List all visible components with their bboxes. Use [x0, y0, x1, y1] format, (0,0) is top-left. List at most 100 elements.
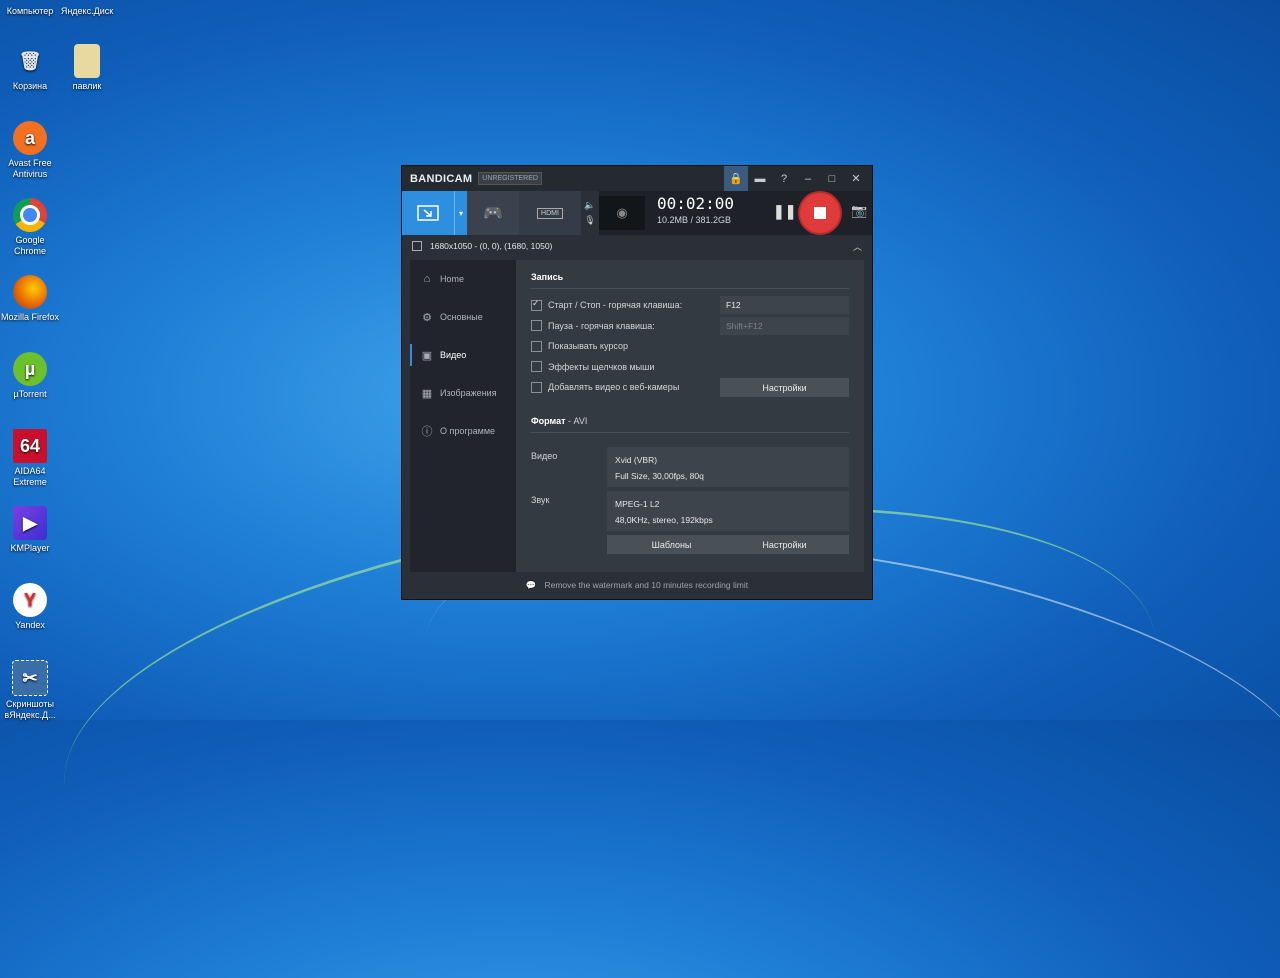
hdmi-mode-button[interactable]: HDMI [519, 191, 581, 235]
audio-codec: MPEG-1 L2 [615, 499, 660, 509]
pause-icon[interactable]: ❚❚ [773, 203, 796, 220]
firefox-icon [13, 275, 47, 309]
chrome-icon [13, 198, 47, 232]
hotkey-pause-checkbox[interactable] [531, 320, 542, 332]
video-format-box[interactable]: Xvid (VBR) Full Size, 30,00fps, 80q [607, 447, 849, 487]
desktop-icon-avast[interactable]: a Avast Free Antivirus [0, 121, 60, 180]
sidebar-item-label: О программе [440, 426, 496, 436]
hotkey-pause-row: Пауза - горячая клавиша: Shift+F12 [531, 316, 849, 337]
video-codec: Xvid (VBR) [615, 455, 658, 465]
webcam-overlay-checkbox[interactable] [531, 381, 542, 393]
folder-icon[interactable]: ▬ [748, 166, 772, 191]
message-icon: 💬 [525, 579, 537, 590]
desktop-icon-aida64[interactable]: 64 AIDA64 Extreme [0, 429, 60, 488]
gear-icon: ⚙ [422, 311, 432, 324]
desktop-icon-recycle-bin[interactable]: 🗑 Корзина [0, 44, 60, 92]
checkbox-label: Старт / Стоп - горячая клавиша: [548, 300, 683, 311]
sidebar-item-images[interactable]: ▦ Изображения [410, 374, 516, 412]
sidebar-item-label: Изображения [440, 388, 497, 398]
sidebar-item-general[interactable]: ⚙ Основные [410, 298, 516, 336]
stop-record-button[interactable] [800, 193, 840, 233]
aida64-icon: 64 [13, 429, 47, 463]
checkbox-label: Эффекты щелчков мыши [548, 361, 655, 372]
mode-dropdown-arrow[interactable]: ▾ [454, 191, 467, 235]
desktop-icon-label: Avast Free Antivirus [8, 158, 52, 179]
desktop-icon-label: Скриншоты вЯндекс.Д... [4, 699, 56, 720]
webcam-icon: ◉ [616, 205, 628, 220]
desktop-icon-label: павлик [72, 81, 102, 91]
utorrent-icon: µ [13, 352, 47, 386]
capture-area-bar[interactable]: 1680x1050 - (0, 0), (1680, 1050) ︿ [402, 235, 872, 257]
pause-hotkey-field[interactable]: Shift+F12 [720, 316, 849, 335]
desktop-icon-label: Yandex [15, 620, 45, 630]
record-timer: 00:02:00 [657, 194, 735, 213]
hotkey-start-checkbox[interactable] [531, 298, 542, 311]
click-effects-checkbox[interactable] [531, 361, 542, 373]
click-effects-row: Эффекты щелчков мыши [531, 357, 849, 378]
area-icon [412, 241, 422, 251]
desktop-icon-utorrent[interactable]: µ µTorrent [0, 352, 60, 400]
lock-icon[interactable]: 🔒 [724, 166, 748, 191]
audio-toggles: 🔈 🎙 [581, 191, 599, 235]
mic-icon[interactable]: 🎙 [584, 215, 595, 226]
sidebar-item-label: Основные [440, 312, 483, 322]
close-icon[interactable]: ✕ [844, 166, 868, 191]
camera-icon[interactable]: 📷 [851, 203, 867, 219]
file-size: 10.2MB / 381.2GB [657, 215, 732, 225]
recycle-bin-icon: 🗑 [18, 50, 42, 71]
desktop-icon-yandex-disk[interactable]: Яндекс.Диск [57, 0, 117, 17]
desktop-icon-label: Mozilla Firefox [0, 312, 59, 322]
desktop-icon-folder[interactable]: павлик [57, 44, 117, 92]
mode-toolbar: ▾ 🎮 HDMI 🔈 🎙 ◉ 00:02:00 10.2MB / 381.2GB… [402, 191, 872, 235]
desktop-icon-label: Google Chrome [13, 235, 46, 256]
format-section-title: Формат - AVI [531, 416, 849, 433]
webcam-button[interactable]: ◉ [599, 196, 645, 230]
speaker-icon[interactable]: 🔈 [584, 200, 595, 211]
webcam-settings-button[interactable]: Настройки [720, 378, 849, 397]
capture-area-text: 1680x1050 - (0, 0), (1680, 1050) [430, 241, 553, 251]
help-icon[interactable]: ? [772, 166, 796, 191]
format-settings-button[interactable]: Настройки [720, 535, 849, 554]
audio-format-box[interactable]: MPEG-1 L2 48,0KHz, stereo, 192kbps [607, 491, 849, 531]
desktop-icon-yandex[interactable]: Y Yandex [0, 583, 60, 631]
screen-mode-button[interactable] [402, 191, 454, 235]
show-cursor-row: Показывать курсор [531, 336, 849, 357]
yandex-icon: Y [13, 583, 47, 617]
home-icon: ⌂ [423, 273, 431, 285]
video-settings-panel: Запись Старт / Стоп - горячая клавиша: F… [516, 260, 864, 572]
app-brand: BANDICAM [410, 172, 473, 185]
desktop-icon-computer[interactable]: Компьютер [0, 0, 60, 17]
templates-button[interactable]: Шаблоны ⌄ [607, 535, 736, 554]
checkbox-label: Пауза - горячая клавиша: [548, 320, 655, 331]
stop-icon [814, 207, 826, 219]
templates-label: Шаблоны [651, 539, 692, 550]
video-format-label: Видео [531, 451, 558, 461]
desktop-icon-firefox[interactable]: Mozilla Firefox [0, 275, 60, 323]
desktop-icon-chrome[interactable]: Google Chrome [0, 198, 60, 257]
desktop-icon-label: Корзина [12, 81, 48, 91]
chevron-up-icon[interactable]: ︿ [853, 240, 862, 253]
title-bar: BANDICAM UNREGISTERED 🔒 ▬ ? – □ ✕ [402, 166, 872, 191]
hdmi-icon: HDMI [537, 207, 563, 219]
upgrade-banner[interactable]: 💬 Remove the watermark and 10 minutes re… [402, 571, 872, 599]
unregistered-badge: UNREGISTERED [478, 172, 542, 185]
desktop-icon-screenshots[interactable]: ✂ Скриншоты вЯндекс.Д... [0, 660, 60, 721]
sidebar-item-label: Видео [440, 350, 467, 360]
desktop-icon-label: µTorrent [13, 389, 47, 399]
info-icon: ⓘ [421, 426, 433, 438]
sidebar-item-video[interactable]: ▣ Видео [410, 336, 516, 374]
video-icon: ▣ [421, 349, 433, 362]
start-hotkey-field[interactable]: F12 [720, 296, 849, 315]
upgrade-text: Remove the watermark and 10 minutes reco… [544, 580, 749, 590]
folder-icon [74, 44, 100, 78]
hotkey-start-row: Старт / Стоп - горячая клавиша: F12 [531, 295, 849, 316]
minimize-icon[interactable]: – [796, 166, 820, 191]
maximize-icon[interactable]: □ [820, 166, 844, 191]
show-cursor-checkbox[interactable] [531, 340, 542, 352]
sidebar-item-about[interactable]: ⓘ О программе [410, 412, 516, 450]
desktop-icon-kmplayer[interactable]: ▶ KMPlayer [0, 506, 60, 554]
sidebar-item-home[interactable]: ⌂ Home [410, 260, 516, 298]
game-mode-button[interactable]: 🎮 [467, 191, 519, 235]
avast-icon: a [13, 121, 47, 155]
desktop-icon-label: AIDA64 Extreme [13, 466, 47, 487]
